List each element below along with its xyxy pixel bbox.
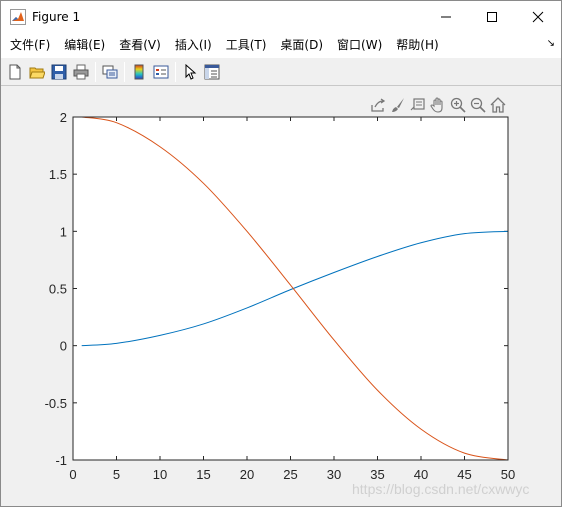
x-tick-label: 25 xyxy=(283,467,297,482)
zoom-in-button[interactable] xyxy=(448,96,468,114)
data-tips-button[interactable] xyxy=(408,96,428,114)
y-tick-label: 0.5 xyxy=(49,282,67,297)
axes-background xyxy=(73,117,508,460)
pan-button[interactable] xyxy=(428,96,448,114)
home-icon xyxy=(490,97,506,113)
x-tick-label: 50 xyxy=(501,467,515,482)
data-tips-icon xyxy=(410,98,425,111)
line-plot: 0 5 10 15 20 25 30 35 40 45 50 -1 -0.5 0 0.5 1 1.5 2 xyxy=(45,110,516,482)
y-tick-label: 0 xyxy=(60,339,67,354)
x-tick-label: 35 xyxy=(370,467,384,482)
x-tick-label: 15 xyxy=(196,467,210,482)
y-tick-label: 1 xyxy=(60,224,67,239)
brush-icon xyxy=(392,98,404,112)
y-tick-label: 2 xyxy=(60,110,67,125)
watermark-text: https://blog.csdn.net/cxwwyc xyxy=(352,481,530,497)
x-tick-label: 30 xyxy=(327,467,341,482)
x-tick-label: 40 xyxy=(414,467,428,482)
x-tick-label: 10 xyxy=(153,467,167,482)
zoom-out-button[interactable] xyxy=(468,96,488,114)
y-tick-label: 1.5 xyxy=(49,167,67,182)
pan-hand-icon xyxy=(430,97,443,113)
x-tick-label: 45 xyxy=(457,467,471,482)
x-tick-label: 0 xyxy=(69,467,76,482)
brush-button[interactable] xyxy=(388,96,408,114)
axes-toolbar xyxy=(368,96,508,114)
export-icon xyxy=(371,98,386,112)
x-tick-label: 20 xyxy=(240,467,254,482)
y-tick-label: -0.5 xyxy=(45,396,67,411)
home-button[interactable] xyxy=(488,96,508,114)
zoom-out-icon xyxy=(470,97,486,113)
zoom-in-icon xyxy=(450,97,466,113)
x-tick-label: 5 xyxy=(113,467,120,482)
export-button[interactable] xyxy=(368,96,388,114)
y-tick-label: -1 xyxy=(55,453,67,468)
